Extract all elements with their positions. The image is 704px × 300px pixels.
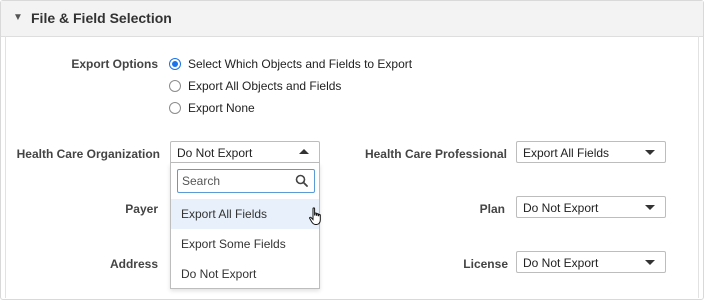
plan-select[interactable]: Do Not Export [516, 196, 666, 218]
hco-select[interactable]: Do Not Export [170, 141, 320, 163]
search-icon [295, 174, 308, 192]
license-select-value: Do Not Export [523, 256, 599, 270]
dropdown-option-label: Do Not Export [181, 267, 257, 281]
dropdown-option[interactable]: Do Not Export [171, 259, 319, 289]
radio-button[interactable] [169, 80, 181, 92]
hcp-select[interactable]: Export All Fields [516, 141, 666, 163]
plan-label: Plan [479, 202, 505, 216]
chevron-down-icon [645, 260, 655, 265]
dropdown-option-label: Export All Fields [181, 207, 268, 221]
section-title: File & Field Selection [31, 10, 172, 26]
license-select[interactable]: Do Not Export [516, 251, 666, 273]
radio-label: Export All Objects and Fields [188, 79, 342, 93]
plan-select-value: Do Not Export [523, 201, 599, 215]
hco-label: Health Care Organization [16, 147, 160, 161]
dropdown-search-box[interactable] [177, 169, 315, 193]
dropdown-search-input[interactable] [182, 173, 292, 189]
dropdown-option-label: Export Some Fields [181, 237, 286, 251]
radio-export-all[interactable]: Export All Objects and Fields [169, 79, 341, 93]
dropdown-option[interactable]: Export Some Fields [171, 229, 319, 259]
address-label: Address [109, 257, 158, 271]
radio-label: Export None [188, 101, 255, 115]
radio-select-objects[interactable]: Select Which Objects and Fields to Expor… [169, 57, 412, 71]
radio-button-selected[interactable] [169, 58, 181, 70]
collapse-caret-icon[interactable]: ▼ [13, 12, 23, 23]
dropdown-option[interactable]: Export All Fields [171, 199, 319, 229]
hcp-select-value: Export All Fields [523, 146, 610, 160]
radio-label: Select Which Objects and Fields to Expor… [188, 57, 413, 71]
section-header[interactable]: ▼ File & Field Selection [1, 1, 703, 37]
radio-export-none[interactable]: Export None [169, 101, 255, 115]
chevron-up-icon [299, 149, 309, 154]
hco-select-value: Do Not Export [177, 146, 253, 160]
hand-pointer-cursor-icon [308, 207, 324, 232]
hco-dropdown-menu: Export All Fields Export Some Fields Do … [170, 163, 320, 289]
chevron-down-icon [645, 205, 655, 210]
license-label: License [463, 257, 508, 271]
hcp-label: Health Care Professional [364, 147, 507, 161]
export-options-label: Export Options [71, 57, 158, 71]
radio-button[interactable] [169, 102, 181, 114]
payer-label: Payer [125, 202, 158, 216]
chevron-down-icon [645, 150, 655, 155]
